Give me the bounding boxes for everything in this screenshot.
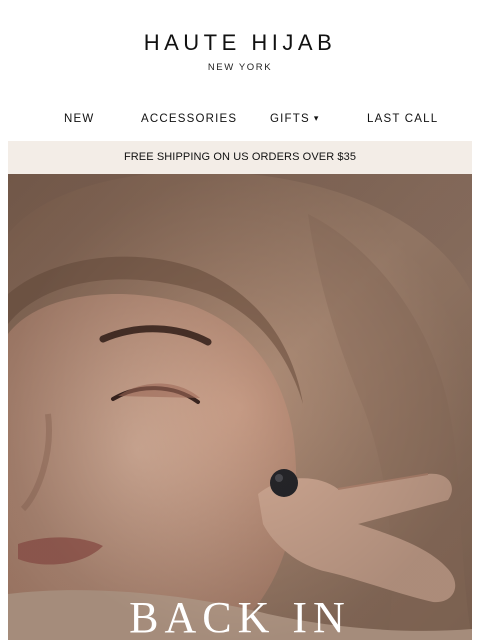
hero-image[interactable]: BACK IN bbox=[8, 174, 472, 640]
chevron-down-icon: ▾ bbox=[313, 113, 320, 123]
nav-item-accessories[interactable]: ACCESSORIES bbox=[141, 113, 237, 125]
nav-item-last-call[interactable]: LAST CALL bbox=[367, 113, 438, 125]
email-header: HAUTE HIJAB NEW YORK bbox=[0, 0, 480, 100]
hero-headline: BACK IN bbox=[129, 593, 351, 640]
nav-item-new[interactable]: NEW bbox=[64, 113, 94, 125]
shipping-banner-text: FREE SHIPPING ON US ORDERS OVER $35 bbox=[123, 151, 357, 163]
nav-item-gifts[interactable]: GIFTS ▾ bbox=[270, 113, 320, 125]
shipping-banner[interactable]: FREE SHIPPING ON US ORDERS OVER $35 bbox=[8, 141, 472, 174]
brand-logo[interactable]: HAUTE HIJAB bbox=[0, 30, 480, 56]
hero-photo-illustration bbox=[8, 174, 472, 640]
main-nav: NEW ACCESSORIES GIFTS ▾ LAST CALL bbox=[0, 100, 480, 140]
brand-subtitle: NEW YORK bbox=[207, 62, 273, 73]
nav-item-gifts-label: GIFTS bbox=[270, 113, 310, 125]
